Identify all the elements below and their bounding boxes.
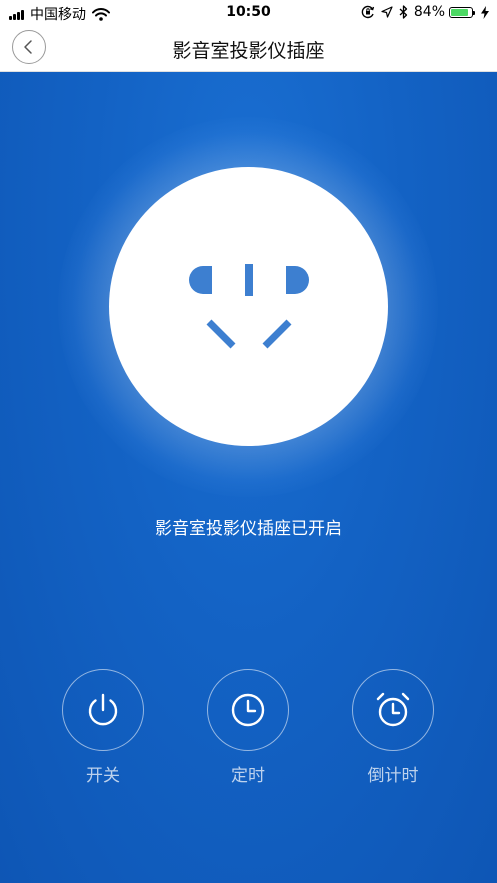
- device-panel: 影音室投影仪插座已开启 开关 定时 倒计时: [0, 72, 497, 883]
- device-status-text: 影音室投影仪插座已开启: [155, 519, 342, 539]
- status-bar: 中国移动 10:50 84%: [0, 0, 497, 26]
- socket-status-circle[interactable]: [109, 167, 388, 446]
- timer-button[interactable]: [207, 669, 289, 751]
- location-arrow-icon: [381, 6, 393, 18]
- nav-bar: 影音室投影仪插座: [0, 26, 497, 72]
- socket-icon: [188, 263, 309, 348]
- battery-icon: [449, 6, 475, 18]
- status-bar-right: 84%: [355, 4, 489, 20]
- clock-icon: [231, 693, 265, 727]
- rotation-lock-icon: [361, 5, 375, 19]
- bluetooth-icon: [399, 5, 408, 19]
- power-label: 开关: [86, 766, 120, 786]
- battery-percent: 84%: [413, 4, 445, 20]
- countdown-control[interactable]: 倒计时: [343, 669, 443, 786]
- timer-control[interactable]: 定时: [198, 669, 298, 786]
- countdown-button[interactable]: [352, 669, 434, 751]
- timer-label: 定时: [231, 766, 265, 786]
- page-title: 影音室投影仪插座: [172, 40, 325, 62]
- charging-bolt-icon: [481, 5, 489, 19]
- power-icon: [88, 693, 118, 726]
- alarm-clock-icon: [376, 692, 410, 727]
- battery-level: [451, 8, 468, 16]
- countdown-label: 倒计时: [367, 766, 419, 786]
- power-button[interactable]: [62, 669, 144, 751]
- power-control[interactable]: 开关: [53, 669, 153, 786]
